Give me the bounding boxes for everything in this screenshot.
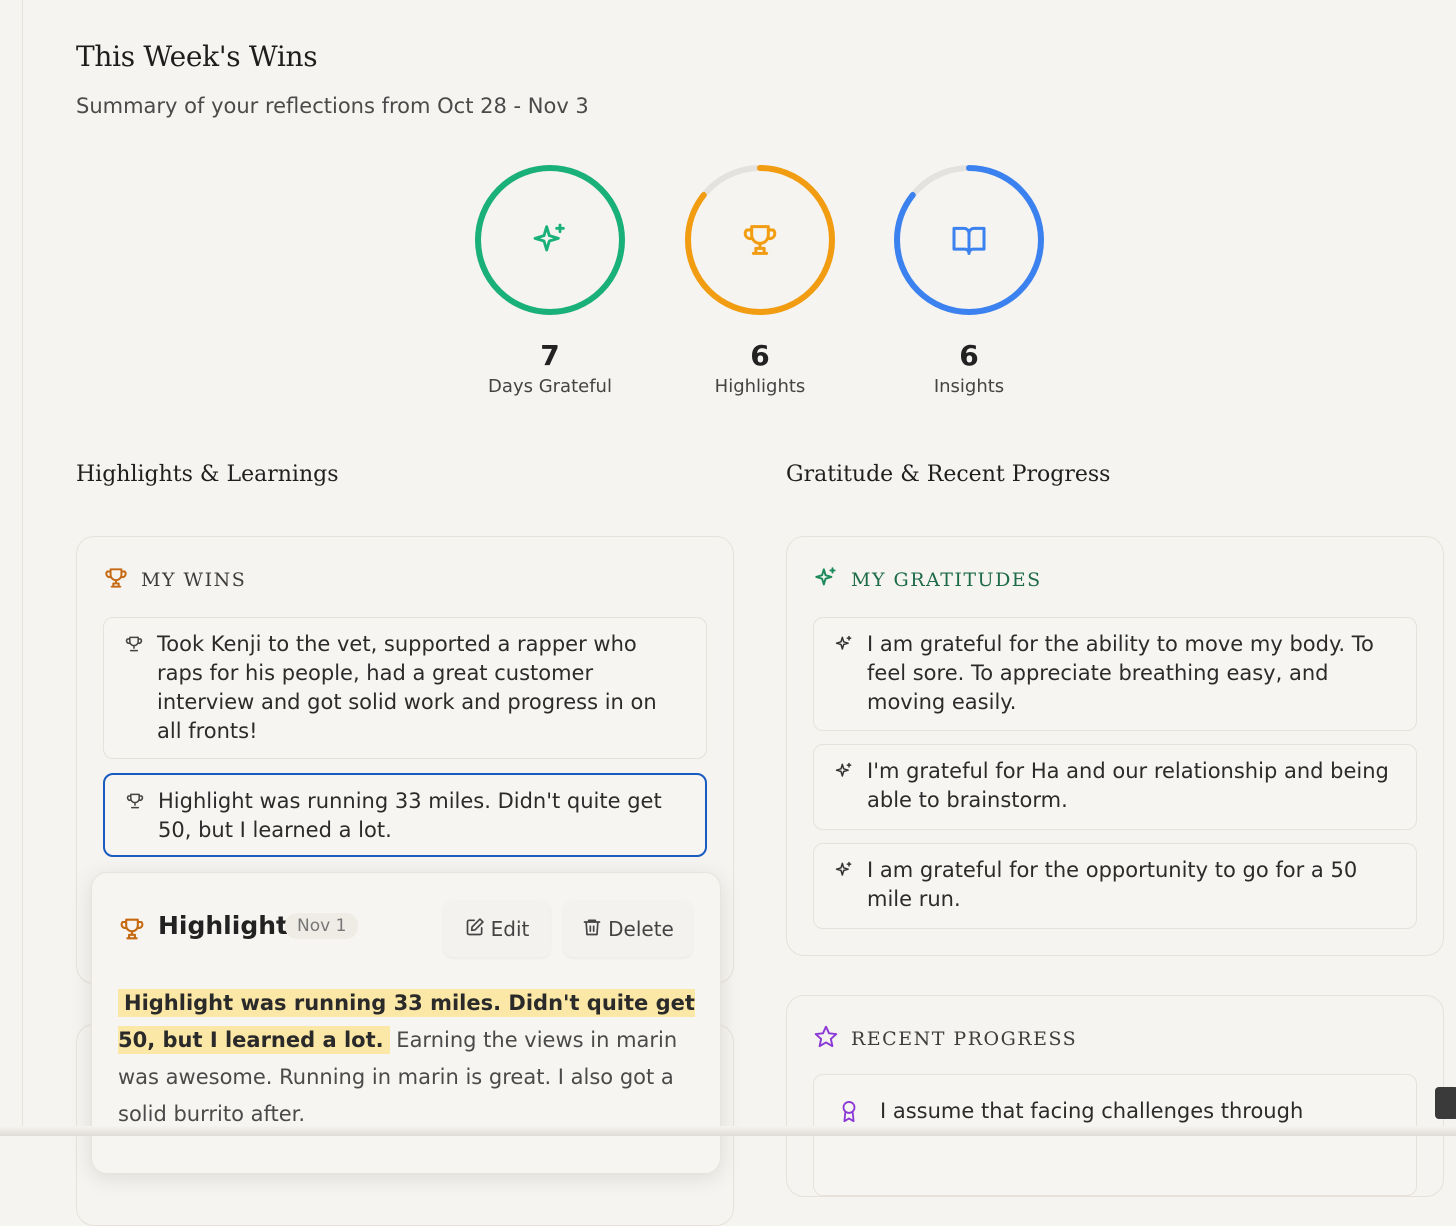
my-gratitudes-card: MY GRATITUDES I am grateful for the abil… bbox=[786, 536, 1444, 956]
stat-value: 6 bbox=[959, 339, 979, 372]
sparkles-icon bbox=[813, 565, 839, 595]
star-icon bbox=[813, 1024, 839, 1054]
edit-button[interactable]: Edit bbox=[444, 901, 550, 957]
stat-value: 6 bbox=[750, 339, 770, 372]
my-gratitudes-header: MY GRATITUDES bbox=[813, 565, 1042, 595]
my-wins-label: MY WINS bbox=[141, 569, 247, 591]
gratitude-item[interactable]: I'm grateful for Ha and our relationship… bbox=[813, 744, 1417, 830]
gratitude-text: I'm grateful for Ha and our relationship… bbox=[867, 759, 1389, 812]
popup-body: Highlight was running 33 miles. Didn't q… bbox=[118, 985, 698, 1133]
stat-days-grateful: 7 Days Grateful bbox=[470, 163, 630, 397]
trophy-icon bbox=[124, 634, 144, 658]
gratitude-item[interactable]: I am grateful for the ability to move my… bbox=[813, 617, 1417, 731]
date-badge: Nov 1 bbox=[285, 913, 359, 939]
section-heading-highlights: Highlights & Learnings bbox=[76, 462, 339, 487]
gratitude-item[interactable]: I am grateful for the opportunity to go … bbox=[813, 843, 1417, 929]
win-text: Highlight was running 33 miles. Didn't q… bbox=[158, 789, 662, 842]
page-left-border bbox=[22, 0, 23, 1136]
trash-icon bbox=[582, 917, 608, 942]
sparkles-icon bbox=[834, 761, 854, 785]
trophy-icon bbox=[125, 791, 145, 815]
award-icon bbox=[838, 1099, 860, 1129]
win-text: Took Kenji to the vet, supported a rappe… bbox=[157, 632, 657, 743]
gratitude-text: I am grateful for the ability to move my… bbox=[867, 632, 1374, 714]
stat-label: Highlights bbox=[714, 376, 806, 397]
progress-text: I assume that facing challenges through bbox=[880, 1099, 1304, 1123]
recent-progress-card: RECENT PROGRESS I assume that facing cha… bbox=[786, 995, 1444, 1197]
my-wins-header: MY WINS bbox=[103, 565, 246, 595]
sparkles-icon bbox=[530, 220, 570, 260]
sparkles-icon bbox=[834, 634, 854, 658]
delete-button[interactable]: Delete bbox=[564, 901, 692, 957]
popup-title: Highlight bbox=[158, 911, 288, 940]
recent-progress-label: RECENT PROGRESS bbox=[851, 1028, 1078, 1050]
page-title: This Week's Wins bbox=[76, 40, 318, 73]
trophy-icon bbox=[103, 565, 129, 595]
stat-label: Days Grateful bbox=[488, 376, 612, 397]
sparkles-icon bbox=[834, 860, 854, 884]
edit-icon bbox=[465, 917, 491, 942]
scroll-handle[interactable] bbox=[1435, 1087, 1456, 1119]
trophy-icon bbox=[118, 915, 146, 947]
stat-value: 7 bbox=[540, 339, 560, 372]
stat-label: Insights bbox=[933, 376, 1005, 397]
book-icon bbox=[949, 220, 989, 260]
stat-highlights: 6 Highlights bbox=[680, 163, 840, 397]
bottom-edge bbox=[0, 1126, 1456, 1136]
section-heading-gratitude: Gratitude & Recent Progress bbox=[786, 462, 1111, 487]
recent-progress-header: RECENT PROGRESS bbox=[813, 1024, 1077, 1054]
my-gratitudes-label: MY GRATITUDES bbox=[851, 569, 1042, 591]
win-item-selected[interactable]: Highlight was running 33 miles. Didn't q… bbox=[103, 773, 707, 857]
page-subtitle: Summary of your reflections from Oct 28 … bbox=[76, 94, 589, 118]
win-item[interactable]: Took Kenji to the vet, supported a rappe… bbox=[103, 617, 707, 759]
delete-label: Delete bbox=[608, 917, 674, 941]
stat-insights: 6 Insights bbox=[889, 163, 1049, 397]
trophy-icon bbox=[740, 220, 780, 260]
gratitude-text: I am grateful for the opportunity to go … bbox=[867, 858, 1358, 911]
edit-label: Edit bbox=[490, 917, 530, 941]
